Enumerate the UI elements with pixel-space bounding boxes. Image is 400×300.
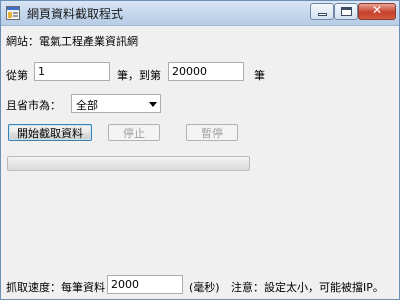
- pause-button[interactable]: 暫停: [186, 124, 238, 141]
- title-bar[interactable]: 網頁資料截取程式 ✕: [1, 1, 399, 26]
- to-label: 筆，到第: [117, 69, 161, 82]
- start-button[interactable]: 開始截取資料: [8, 124, 92, 141]
- site-label: 網站：電氣工程產業資訊網: [6, 35, 138, 48]
- chevron-down-icon: [149, 102, 157, 107]
- region-label: 且省市為：: [6, 99, 61, 112]
- speed-input[interactable]: [107, 275, 183, 294]
- minimize-icon: [318, 13, 327, 16]
- maximize-icon: [341, 7, 352, 16]
- region-selected-value: 全部: [76, 99, 98, 112]
- from-record-input[interactable]: [34, 62, 110, 81]
- main-window: 網頁資料截取程式 ✕ 網站：電氣工程產業資訊網 從第 筆，到第 筆 且省市為： …: [0, 0, 400, 300]
- from-label: 從第: [6, 69, 28, 82]
- window-title: 網頁資料截取程式: [27, 7, 124, 21]
- minimize-button[interactable]: [310, 3, 334, 20]
- region-select[interactable]: 全部: [71, 94, 161, 113]
- close-button[interactable]: ✕: [358, 3, 396, 20]
- warning-note: 注意：設定太小，可能被擋IP。: [231, 281, 384, 294]
- records-unit-label: 筆: [254, 69, 265, 82]
- progress-bar: [7, 156, 250, 171]
- speed-label: 抓取速度：每筆資料: [6, 281, 105, 294]
- speed-unit-label: (毫秒): [189, 281, 220, 294]
- maximize-button[interactable]: [334, 3, 358, 20]
- stop-button[interactable]: 停止: [108, 124, 160, 141]
- close-icon: ✕: [371, 3, 383, 17]
- app-window-icon: [6, 6, 20, 20]
- to-record-input[interactable]: [168, 62, 244, 81]
